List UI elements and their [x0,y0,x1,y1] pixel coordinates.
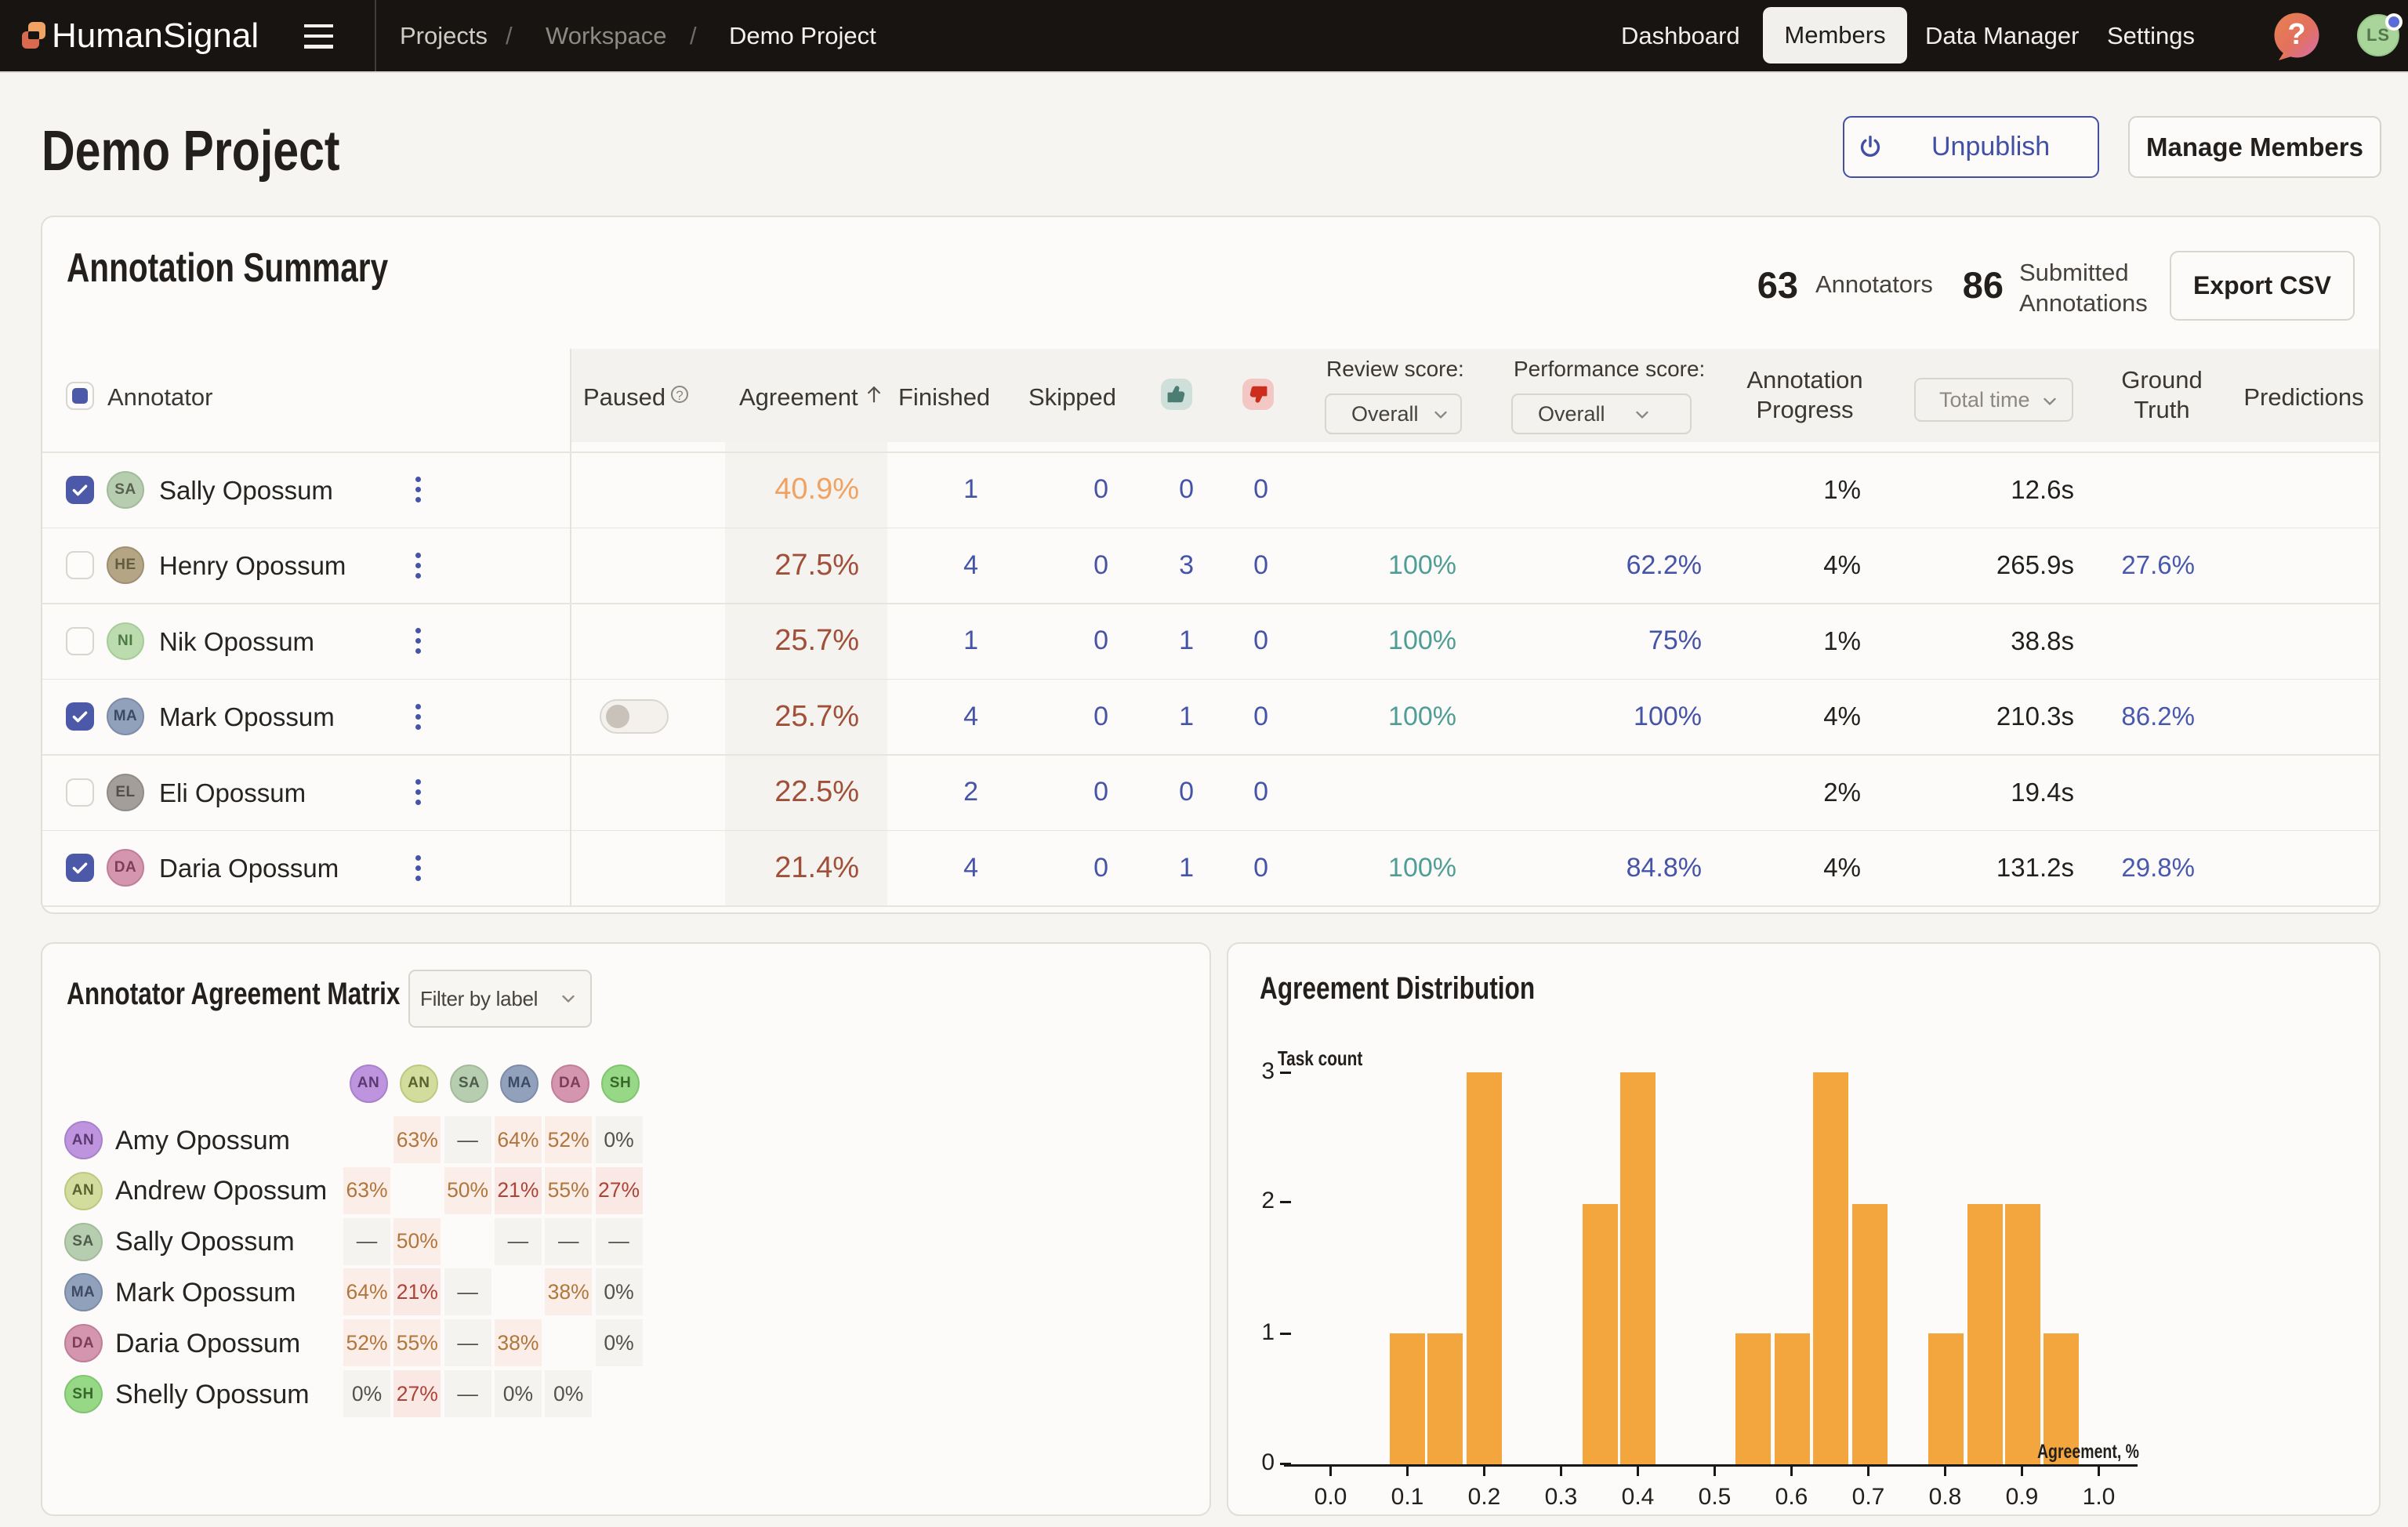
svg-text:?: ? [2287,18,2305,51]
